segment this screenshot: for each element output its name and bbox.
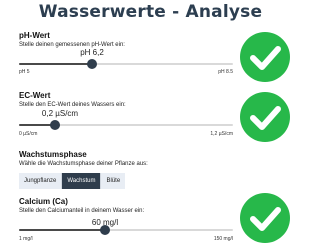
calcium-status-checkmark-icon: [240, 193, 290, 243]
ec-slider[interactable]: [19, 120, 233, 130]
ph-status-checkmark-icon: [240, 32, 290, 82]
calcium-max-label: 150 mg/l: [213, 236, 233, 242]
ph-section: pH-Wert Stelle deinen gemessenen pH-Wert…: [19, 31, 237, 75]
ec-status-checkmark-icon: [240, 92, 290, 142]
ec-max-label: 1,2 µS/cm: [210, 131, 233, 137]
calcium-slider[interactable]: [19, 225, 233, 235]
ph-label: pH-Wert: [19, 31, 50, 40]
growth-description: Wähle die Wachstumsphase deiner Pflanze …: [19, 161, 148, 167]
ph-slider-fill: [19, 63, 92, 65]
ec-min-label: 0 µS/cm: [19, 131, 38, 137]
ec-section: EC-Wert Stelle den EC-Wert deines Wasser…: [19, 91, 237, 137]
phase-option-bluete[interactable]: Blüte: [101, 173, 126, 189]
growth-phase-selector: Jungpflanze Wachstum Blüte: [19, 173, 237, 189]
ec-value: 0,2 µS/cm: [41, 109, 79, 118]
ec-slider-thumb[interactable]: [50, 120, 61, 130]
calcium-min-label: 1 mg/l: [19, 236, 33, 242]
calcium-label: Calcium (Ca): [19, 197, 68, 206]
calcium-slider-thumb[interactable]: [99, 225, 110, 235]
growth-section: Wachstumsphase Wähle die Wachstumsphase …: [19, 150, 237, 189]
ph-value: pH 6,2: [80, 48, 104, 57]
ec-description: Stelle den EC-Wert deines Wassers ein:: [19, 102, 126, 108]
phase-option-wachstum[interactable]: Wachstum: [62, 173, 102, 189]
ph-description: Stelle deinen gemessenen pH-Wert ein:: [19, 42, 125, 48]
phase-option-jungpflanze[interactable]: Jungpflanze: [19, 173, 63, 189]
growth-label: Wachstumsphase: [19, 150, 87, 159]
ph-slider-thumb[interactable]: [86, 59, 97, 69]
ph-min-label: pH 5: [19, 69, 30, 75]
calcium-description: Stelle den Calciumanteil in deinem Wasse…: [19, 208, 145, 214]
ph-max-label: pH 8.5: [218, 69, 233, 75]
ph-slider[interactable]: [19, 59, 233, 69]
calcium-slider-fill: [19, 229, 105, 231]
calcium-section: Calcium (Ca) Stelle den Calciumanteil in…: [19, 197, 237, 242]
ec-label: EC-Wert: [19, 91, 51, 100]
page-title: Wasserwerte - Analyse: [38, 2, 263, 22]
